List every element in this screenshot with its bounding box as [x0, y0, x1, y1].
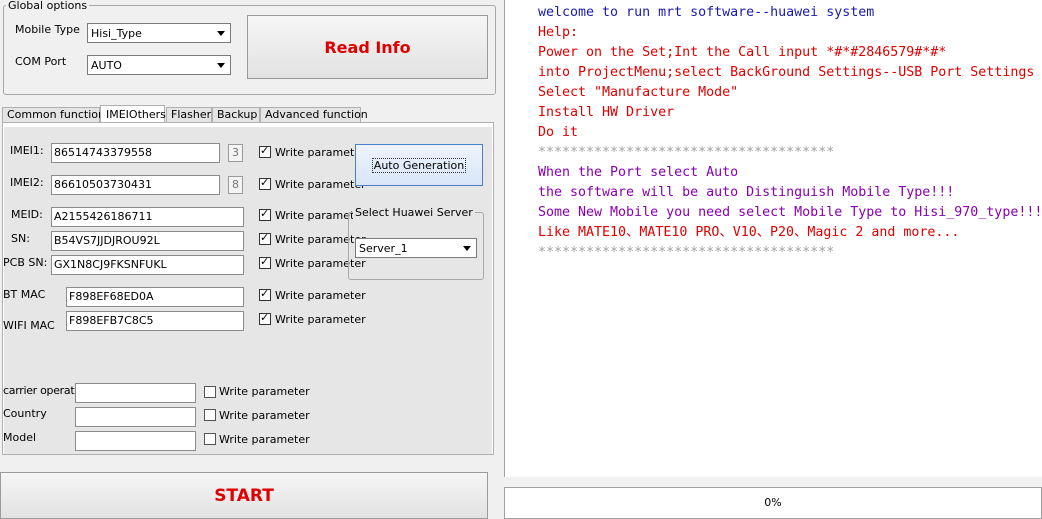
imei1-label: IMEI1: [10, 144, 44, 157]
wifi-mac-field[interactable]: F898EFB7C8C5 [66, 311, 244, 331]
imei2-check-digit: 8 [228, 176, 243, 194]
meid-field[interactable]: A2155426186711 [51, 207, 244, 227]
com-port-label: COM Port [15, 55, 67, 68]
model-label: Model [3, 431, 37, 444]
progress-bar: 0% [504, 487, 1042, 519]
progress-text: 0% [764, 496, 782, 509]
start-button[interactable]: START [0, 472, 488, 519]
country-field[interactable] [75, 407, 196, 427]
log-line: Some New Mobile you need select Mobile T… [538, 205, 1042, 220]
log-line: Help: [538, 25, 579, 40]
log-line: welcome to run mrt software--huawei syst… [538, 5, 875, 20]
pcb-sn-field[interactable]: GX1N8CJ9FKSNFUKL [51, 255, 244, 275]
log-line: Like MATE10、MATE10 PRO、V10、P20、Magic 2 a… [538, 225, 960, 240]
bt-mac-write-checkbox[interactable] [259, 287, 271, 301]
country-label: Country [3, 407, 47, 420]
log-line: Power on the Set;Int the Call input *#*#… [538, 45, 947, 60]
tab-flasher[interactable]: Flasher [166, 107, 212, 122]
imei1-write-checkbox[interactable] [259, 144, 271, 158]
wifi-mac-write-label[interactable]: Write parameter [275, 313, 366, 327]
carrier-operator-label: carrier operator [3, 384, 85, 397]
tab-advanced-function[interactable]: Advanced function [260, 107, 368, 122]
log-output: welcome to run mrt software--huawei syst… [504, 0, 1042, 477]
model-field[interactable] [75, 431, 196, 451]
country-write-checkbox[interactable] [204, 409, 216, 421]
imei2-field[interactable]: 86610503730431 [51, 175, 220, 195]
bt-mac-field[interactable]: F898EF68ED0A [66, 287, 244, 307]
com-port-select[interactable]: AUTO [87, 55, 231, 75]
imei2-write-label[interactable]: Write parameter [275, 178, 366, 192]
tab-backup[interactable]: Backup [212, 107, 260, 122]
tab-common-functions[interactable]: Common functions [2, 107, 111, 122]
auto-generation-label: Auto Generation [371, 157, 467, 173]
tab-imei-others[interactable]: IMEIOthers [100, 105, 166, 123]
auto-generation-button[interactable]: Auto Generation [355, 144, 483, 186]
com-port-value: AUTO [91, 59, 122, 72]
model-write-label[interactable]: Write parameter [219, 433, 310, 447]
log-line: Install HW Driver [538, 105, 675, 120]
carrier-write-checkbox[interactable] [204, 386, 216, 398]
model-write-checkbox[interactable] [204, 433, 216, 445]
log-line: ************************************* [538, 245, 835, 260]
carrier-operator-field[interactable] [75, 383, 196, 403]
log-line: Do it [538, 125, 579, 140]
log-line: into ProjectMenu;select BackGround Setti… [538, 65, 1035, 80]
log-line: Select "Manufacture Mode" [538, 85, 739, 100]
huawei-server-select[interactable]: Server_1 [355, 238, 477, 258]
log-line: the software will be auto Distinguish Mo… [538, 185, 955, 200]
log-line: ************************************* [538, 145, 835, 160]
imei2-write-checkbox[interactable] [259, 176, 271, 190]
pcb-sn-label: PCB SN: [3, 256, 48, 269]
sn-label: SN: [11, 232, 30, 245]
pcb-sn-write-checkbox[interactable] [259, 255, 271, 269]
imei2-label: IMEI2: [10, 176, 44, 189]
chevron-down-icon[interactable] [460, 241, 474, 255]
log-line: When the Port select Auto [538, 165, 739, 180]
meid-write-checkbox[interactable] [259, 207, 271, 221]
imei1-check-digit: 3 [228, 144, 243, 162]
huawei-server-value: Server_1 [359, 242, 408, 255]
read-info-button[interactable]: Read Info [247, 15, 488, 79]
bt-mac-write-label[interactable]: Write parameter [275, 289, 366, 303]
mobile-type-select[interactable]: Hisi_Type [87, 23, 231, 43]
mobile-type-value: Hisi_Type [91, 27, 142, 40]
global-options-title: Global options [6, 0, 90, 12]
carrier-write-label[interactable]: Write parameter [219, 385, 310, 399]
wifi-mac-write-checkbox[interactable] [259, 311, 271, 325]
sn-field[interactable]: B54VS7JJDJROU92L [51, 231, 244, 251]
bt-mac-label: BT MAC [3, 288, 46, 301]
mobile-type-label: Mobile Type [15, 23, 80, 36]
huawei-server-title: Select Huawei Server [353, 206, 475, 219]
wifi-mac-label: WIFI MAC [3, 319, 55, 332]
chevron-down-icon[interactable] [214, 26, 228, 40]
country-write-label[interactable]: Write parameter [219, 409, 310, 423]
chevron-down-icon[interactable] [214, 58, 228, 72]
meid-label: MEID: [11, 208, 43, 221]
imei1-write-label[interactable]: Write parameter [275, 146, 366, 160]
sn-write-checkbox[interactable] [259, 231, 271, 245]
imei1-field[interactable]: 86514743379558 [51, 143, 220, 163]
